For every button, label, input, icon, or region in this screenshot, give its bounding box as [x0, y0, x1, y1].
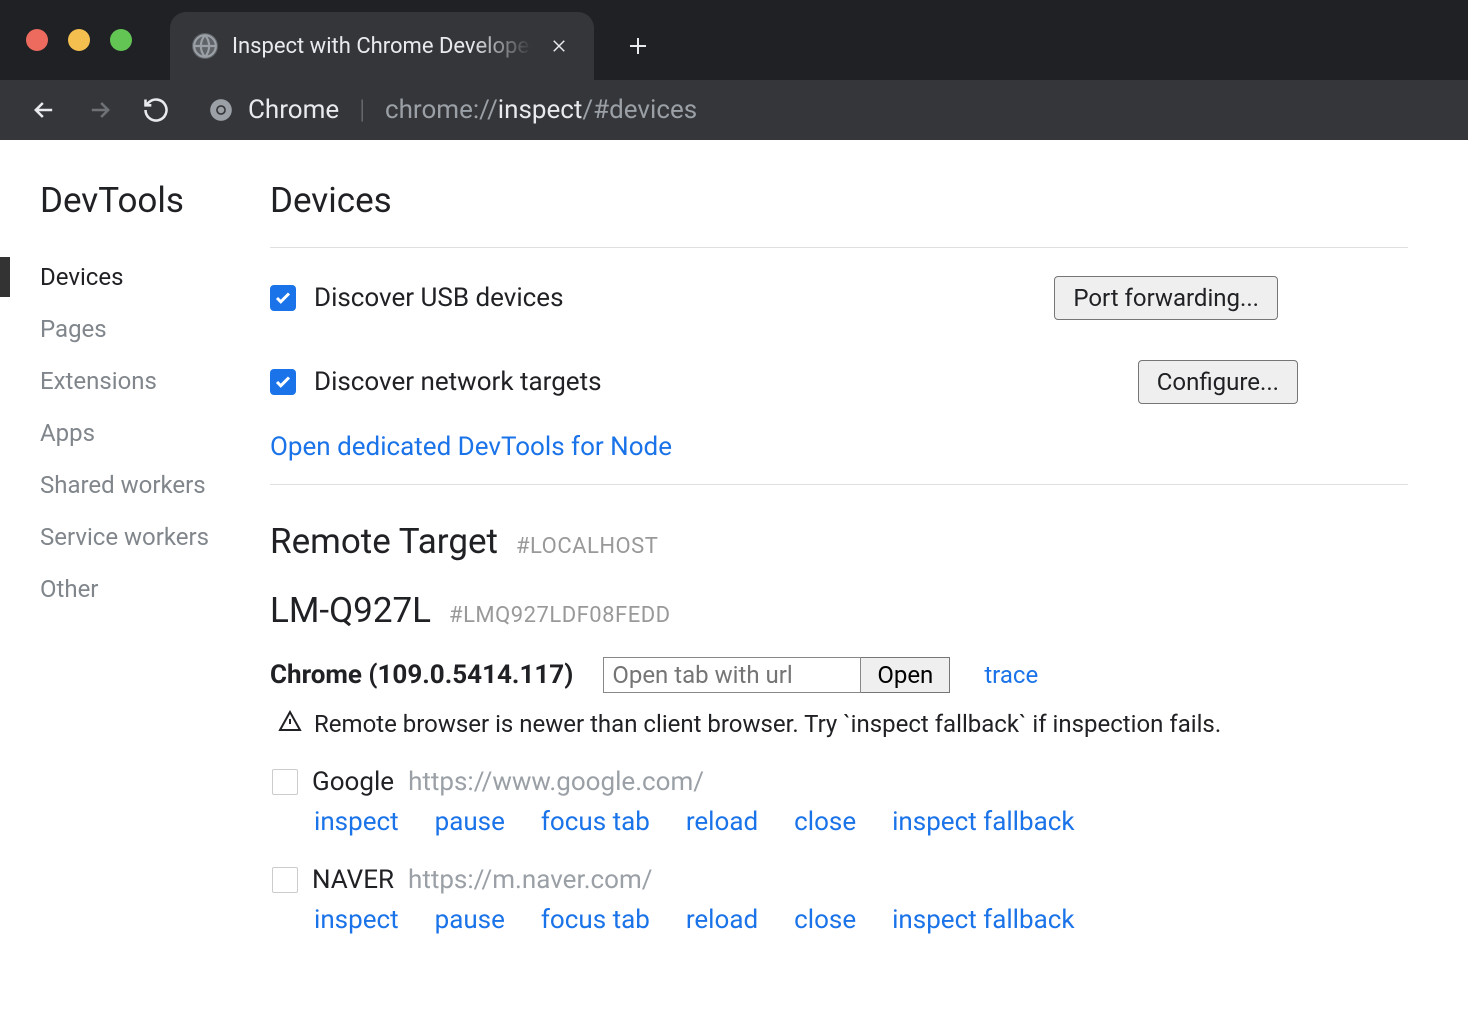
sidebar-item-other[interactable]: Other: [40, 563, 270, 615]
target-checkbox[interactable]: [272, 769, 298, 795]
divider: [270, 247, 1408, 248]
action-inspect[interactable]: inspect: [314, 807, 399, 837]
sidebar: DevTools Devices Pages Extensions Apps S…: [0, 180, 270, 935]
target-item: Google https://www.google.com/ inspect p…: [270, 767, 1408, 837]
warning-text: Remote browser is newer than client brow…: [314, 710, 1221, 738]
url-divider: |: [359, 95, 365, 125]
address-bar[interactable]: Chrome | chrome://inspect/#devices: [208, 95, 697, 125]
trace-link[interactable]: trace: [984, 661, 1038, 689]
url-scheme-label: Chrome: [248, 95, 339, 125]
open-node-devtools-link[interactable]: Open dedicated DevTools for Node: [270, 432, 672, 462]
sidebar-item-devices[interactable]: Devices: [40, 251, 270, 303]
titlebar: Inspect with Chrome Developer: [0, 0, 1468, 80]
window-minimize-button[interactable]: [68, 29, 90, 51]
tab-title: Inspect with Chrome Developer: [232, 34, 532, 59]
device-id: #LMQ927LDF08FEDD: [449, 603, 671, 628]
sidebar-item-pages[interactable]: Pages: [40, 303, 270, 355]
open-tab-input[interactable]: [603, 657, 861, 693]
action-reload[interactable]: reload: [686, 905, 758, 935]
open-tab-button[interactable]: Open: [861, 657, 950, 693]
browser-chrome: Inspect with Chrome Developer Chrome |: [0, 0, 1468, 140]
discover-usb-label: Discover USB devices: [314, 283, 564, 313]
target-header: NAVER https://m.naver.com/: [272, 865, 1408, 895]
sidebar-item-shared-workers[interactable]: Shared workers: [40, 459, 270, 511]
action-focus-tab[interactable]: focus tab: [541, 807, 650, 837]
reload-button[interactable]: [132, 86, 180, 134]
target-url: https://www.google.com/: [408, 767, 704, 797]
tab-close-button[interactable]: [546, 33, 572, 59]
remote-target-label: Remote Target: [270, 521, 498, 562]
page-title: Devices: [270, 180, 1408, 221]
tab-strip: Inspect with Chrome Developer: [170, 0, 672, 80]
sidebar-item-apps[interactable]: Apps: [40, 407, 270, 459]
action-inspect[interactable]: inspect: [314, 905, 399, 935]
action-reload[interactable]: reload: [686, 807, 758, 837]
configure-button[interactable]: Configure...: [1138, 360, 1298, 404]
globe-icon: [192, 33, 218, 59]
target-item: NAVER https://m.naver.com/ inspect pause…: [270, 865, 1408, 935]
target-header: Google https://www.google.com/: [272, 767, 1408, 797]
browser-tab[interactable]: Inspect with Chrome Developer: [170, 12, 594, 80]
sidebar-title: DevTools: [40, 180, 270, 221]
target-title: NAVER: [312, 865, 394, 895]
discover-usb-row: Discover USB devices Port forwarding...: [270, 276, 1408, 320]
action-inspect-fallback[interactable]: inspect fallback: [892, 905, 1074, 935]
toolbar: Chrome | chrome://inspect/#devices: [0, 80, 1468, 140]
action-focus-tab[interactable]: focus tab: [541, 905, 650, 935]
target-checkbox[interactable]: [272, 867, 298, 893]
discover-network-label: Discover network targets: [314, 367, 602, 397]
device-name: LM-Q927L: [270, 590, 431, 631]
target-actions: inspect pause focus tab reload close ins…: [272, 905, 1408, 935]
device-heading: LM-Q927L #LMQ927LDF08FEDD: [270, 590, 1408, 631]
chrome-browser-row: Chrome (109.0.5414.117) Open trace: [270, 657, 1408, 693]
discover-usb-checkbox-wrap[interactable]: Discover USB devices: [270, 283, 564, 313]
main-panel: Devices Discover USB devices Port forwar…: [270, 180, 1468, 935]
remote-target-heading: Remote Target #LOCALHOST: [270, 521, 1408, 562]
chrome-icon: [208, 97, 234, 123]
version-warning: Remote browser is newer than client brow…: [270, 709, 1408, 739]
traffic-lights: [26, 29, 132, 51]
action-close[interactable]: close: [794, 807, 856, 837]
back-button[interactable]: [20, 86, 68, 134]
open-tab-group: Open: [603, 657, 950, 693]
target-url: https://m.naver.com/: [408, 865, 653, 895]
discover-usb-checkbox[interactable]: [270, 285, 296, 311]
window-close-button[interactable]: [26, 29, 48, 51]
discover-network-checkbox-wrap[interactable]: Discover network targets: [270, 367, 602, 397]
new-tab-button[interactable]: [604, 12, 672, 80]
warning-icon: [278, 709, 302, 739]
discover-network-row: Discover network targets Configure...: [270, 360, 1408, 404]
url-text: chrome://inspect/#devices: [385, 95, 697, 125]
forward-button[interactable]: [76, 86, 124, 134]
sidebar-item-extensions[interactable]: Extensions: [40, 355, 270, 407]
action-pause[interactable]: pause: [435, 807, 505, 837]
action-inspect-fallback[interactable]: inspect fallback: [892, 807, 1074, 837]
divider: [270, 484, 1408, 485]
window-maximize-button[interactable]: [110, 29, 132, 51]
action-close[interactable]: close: [794, 905, 856, 935]
chrome-version-label: Chrome (109.0.5414.117): [270, 660, 573, 690]
page-content: DevTools Devices Pages Extensions Apps S…: [0, 140, 1468, 935]
port-forwarding-button[interactable]: Port forwarding...: [1054, 276, 1278, 320]
action-pause[interactable]: pause: [435, 905, 505, 935]
remote-target-sub: #LOCALHOST: [516, 534, 658, 559]
discover-network-checkbox[interactable]: [270, 369, 296, 395]
target-actions: inspect pause focus tab reload close ins…: [272, 807, 1408, 837]
sidebar-item-service-workers[interactable]: Service workers: [40, 511, 270, 563]
target-title: Google: [312, 767, 394, 797]
